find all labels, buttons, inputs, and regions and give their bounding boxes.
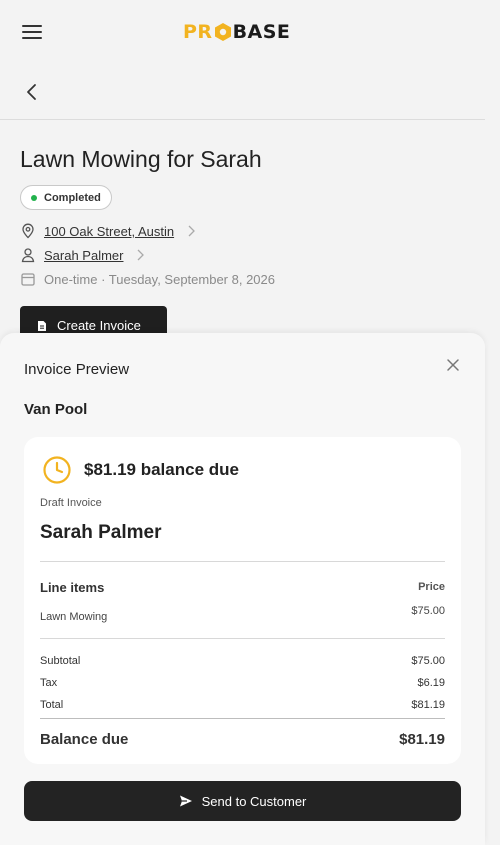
tax-label: Tax (40, 677, 58, 689)
chevron-right-icon (138, 249, 145, 261)
probase-logo[interactable]: PR BASE (183, 21, 291, 43)
subtotal-label: Subtotal (40, 655, 81, 667)
divider (40, 561, 445, 562)
map-pin-icon (22, 223, 34, 239)
draft-invoice-label: Draft Invoice (40, 497, 102, 509)
address-link[interactable]: 100 Oak Street, Austin (44, 224, 174, 239)
status-badge: Completed (20, 185, 112, 210)
divider (40, 638, 445, 639)
send-to-customer-button[interactable]: Send to Customer (24, 781, 461, 821)
hamburger-menu-icon[interactable] (22, 24, 42, 40)
company-name: Van Pool (24, 401, 88, 418)
logo-text-right: BASE (232, 21, 291, 43)
line-item-price: $75.00 (411, 605, 445, 617)
divider (40, 718, 445, 719)
balance-due-label: Balance due (40, 731, 129, 748)
line-item-name: Lawn Mowing (40, 611, 108, 623)
schedule-text: One-time · Tuesday, September 8, 2026 (44, 271, 275, 287)
invoice-card: $81.19 balance due Draft Invoice Sarah P… (24, 437, 461, 764)
create-invoice-label: Create Invoice (57, 318, 141, 333)
invoice-preview-sheet: Invoice Preview Van Pool $81.19 balance … (0, 333, 485, 845)
calendar-icon (21, 273, 35, 286)
customer-link[interactable]: Sarah Palmer (44, 248, 123, 263)
schedule-row: One-time · Tuesday, September 8, 2026 (20, 271, 275, 287)
clock-icon (43, 456, 71, 484)
line-items-label: Line items (40, 580, 105, 595)
status-dot (31, 194, 37, 201)
total-value: $81.19 (411, 699, 445, 711)
total-label: Total (40, 699, 64, 711)
document-icon (38, 321, 46, 331)
send-icon (179, 795, 192, 807)
back-row (0, 64, 485, 120)
balance-headline-text: $81.19 balance due (84, 460, 239, 479)
chevron-left-icon[interactable] (22, 82, 42, 102)
page-title: Lawn Mowing for Sarah (20, 146, 262, 172)
tax-value: $6.19 (417, 677, 445, 689)
close-icon[interactable] (446, 358, 460, 372)
balance-headline: $81.19 balance due (42, 455, 239, 485)
top-bar: PR BASE (0, 0, 485, 64)
price-column-label: Price (418, 581, 445, 593)
address-row[interactable]: 100 Oak Street, Austin (20, 223, 196, 239)
status-label: Completed (44, 191, 101, 204)
balance-due-value: $81.19 (399, 731, 445, 748)
subtotal-value: $75.00 (411, 655, 445, 667)
customer-row[interactable]: Sarah Palmer (20, 247, 145, 263)
logo-text-left: PR (183, 21, 213, 43)
hexagon-logo-icon (214, 23, 231, 41)
invoice-customer-name: Sarah Palmer (40, 522, 162, 543)
chevron-right-icon (188, 225, 195, 237)
send-button-label: Send to Customer (201, 793, 307, 809)
user-icon (21, 248, 35, 263)
sheet-title: Invoice Preview (24, 361, 130, 378)
